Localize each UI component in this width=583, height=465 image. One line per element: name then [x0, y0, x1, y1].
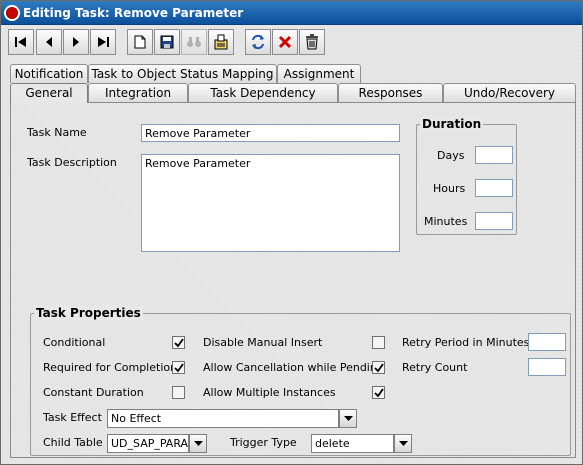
days-label: Days — [437, 149, 465, 162]
new-document-icon — [134, 35, 146, 49]
cancel-button[interactable] — [272, 29, 298, 55]
tab-assignment[interactable]: Assignment — [277, 64, 361, 83]
checkmark-icon — [173, 362, 184, 372]
tab-task-to-object-status-mapping[interactable]: Task to Object Status Mapping — [88, 64, 277, 83]
save-button[interactable] — [154, 29, 180, 55]
delete-button[interactable] — [299, 29, 325, 55]
child-table-select[interactable]: UD_SAP_PARA — [107, 434, 189, 453]
retry-count-input[interactable] — [528, 358, 566, 376]
constant-duration-label: Constant Duration — [43, 386, 144, 399]
refresh-icon — [252, 34, 264, 50]
required-for-completion-label: Required for Completion — [43, 361, 178, 374]
days-input[interactable] — [475, 146, 513, 164]
binoculars-icon — [187, 37, 201, 47]
child-table-dropdown-button[interactable] — [189, 434, 207, 453]
minutes-label: Minutes — [424, 215, 468, 228]
previous-icon — [46, 37, 52, 47]
duration-title: Duration — [420, 117, 484, 131]
tab-undo-recovery[interactable]: Undo/Recovery — [443, 83, 576, 102]
retry-period-label: Retry Period in Minutes — [402, 336, 530, 349]
tab-responses[interactable]: Responses — [338, 83, 443, 102]
disable-manual-insert-checkbox[interactable] — [372, 336, 385, 349]
task-description-textarea[interactable]: Remove Parameter — [141, 154, 400, 252]
first-icon — [15, 37, 26, 47]
required-for-completion-checkbox[interactable] — [172, 361, 185, 374]
next-record-button[interactable] — [63, 29, 89, 55]
chevron-down-icon — [343, 416, 353, 421]
conditional-label: Conditional — [43, 336, 106, 349]
hours-label: Hours — [433, 182, 466, 195]
allow-multiple-instances-checkbox[interactable] — [372, 386, 385, 399]
oracle-app-icon — [4, 5, 20, 21]
tab-task-dependency[interactable]: Task Dependency — [188, 83, 338, 102]
tab-integration[interactable]: Integration — [88, 83, 188, 102]
checkmark-icon — [373, 387, 384, 397]
conditional-checkbox[interactable] — [172, 336, 185, 349]
previous-record-button[interactable] — [36, 29, 62, 55]
title-bar[interactable]: Editing Task: Remove Parameter — [1, 1, 582, 25]
first-record-button[interactable] — [8, 29, 34, 55]
editing-task-window: Editing Task: Remove Parameter Notificat… — [0, 0, 583, 465]
chevron-down-icon — [193, 441, 203, 446]
tab-notification[interactable]: Notification — [10, 64, 88, 83]
new-button[interactable] — [127, 29, 153, 55]
task-properties-title: Task Properties — [34, 306, 143, 320]
retry-count-label: Retry Count — [402, 361, 468, 374]
tab-general[interactable]: General — [10, 83, 88, 103]
delete-x-icon — [278, 35, 292, 49]
minutes-input[interactable] — [475, 212, 513, 230]
task-description-label: Task Description — [27, 156, 117, 169]
allow-cancellation-label: Allow Cancellation while Pending — [203, 361, 384, 374]
save-icon — [160, 35, 174, 49]
find-button[interactable] — [181, 29, 207, 55]
task-name-label: Task Name — [27, 126, 87, 139]
trigger-type-select[interactable]: delete — [311, 434, 394, 453]
trigger-type-dropdown-button[interactable] — [394, 434, 412, 453]
last-record-button[interactable] — [90, 29, 116, 55]
retry-period-input[interactable] — [528, 333, 566, 351]
chevron-down-icon — [398, 441, 408, 446]
trash-icon — [306, 34, 318, 50]
task-effect-dropdown-button[interactable] — [339, 409, 357, 428]
query-button[interactable] — [208, 29, 234, 55]
window-title: Editing Task: Remove Parameter — [23, 6, 244, 20]
next-icon — [73, 37, 79, 47]
hours-input[interactable] — [475, 179, 513, 197]
refresh-button[interactable] — [245, 29, 271, 55]
disable-manual-insert-label: Disable Manual Insert — [203, 336, 323, 349]
task-name-input[interactable]: Remove Parameter — [141, 124, 400, 142]
query-icon — [214, 34, 228, 50]
checkmark-icon — [373, 362, 384, 372]
task-effect-select[interactable]: No Effect — [107, 409, 339, 428]
checkmark-icon — [173, 337, 184, 347]
child-table-label: Child Table — [43, 436, 103, 449]
task-effect-label: Task Effect — [43, 411, 102, 424]
allow-multiple-instances-label: Allow Multiple Instances — [203, 386, 336, 399]
allow-cancellation-checkbox[interactable] — [372, 361, 385, 374]
trigger-type-label: Trigger Type — [230, 436, 297, 449]
last-icon — [98, 37, 109, 47]
constant-duration-checkbox[interactable] — [172, 386, 185, 399]
